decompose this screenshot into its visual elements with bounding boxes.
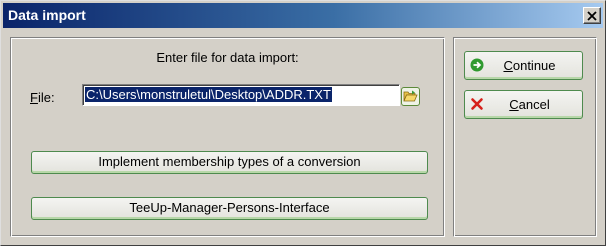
close-button[interactable] <box>583 7 601 24</box>
membership-types-button[interactable]: Implement membership types of a conversi… <box>31 151 428 174</box>
actions-panel: Continue Cancel <box>453 37 597 237</box>
continue-button[interactable]: Continue <box>464 51 583 80</box>
data-import-dialog: Data import Enter file for data import: … <box>0 0 606 246</box>
file-panel: Enter file for data import: File: C:\Use… <box>10 37 445 237</box>
window-title: Data import <box>8 7 86 23</box>
file-path-input[interactable]: C:\Users\monstruletul\Desktop\ADDR.TXT <box>82 84 400 106</box>
cancel-label: Cancel <box>509 97 550 112</box>
folder-open-icon <box>403 90 418 102</box>
continue-label: Continue <box>503 58 556 73</box>
file-prompt: Enter file for data import: <box>156 50 299 65</box>
browse-button[interactable] <box>401 87 420 106</box>
file-path-value: C:\Users\monstruletul\Desktop\ADDR.TXT <box>85 87 332 102</box>
persons-interface-button[interactable]: TeeUp-Manager-Persons-Interface <box>31 197 428 220</box>
cancel-button[interactable]: Cancel <box>464 90 583 119</box>
title-bar[interactable]: Data import <box>3 3 603 28</box>
file-label: File: <box>30 90 55 105</box>
close-icon <box>587 10 597 21</box>
